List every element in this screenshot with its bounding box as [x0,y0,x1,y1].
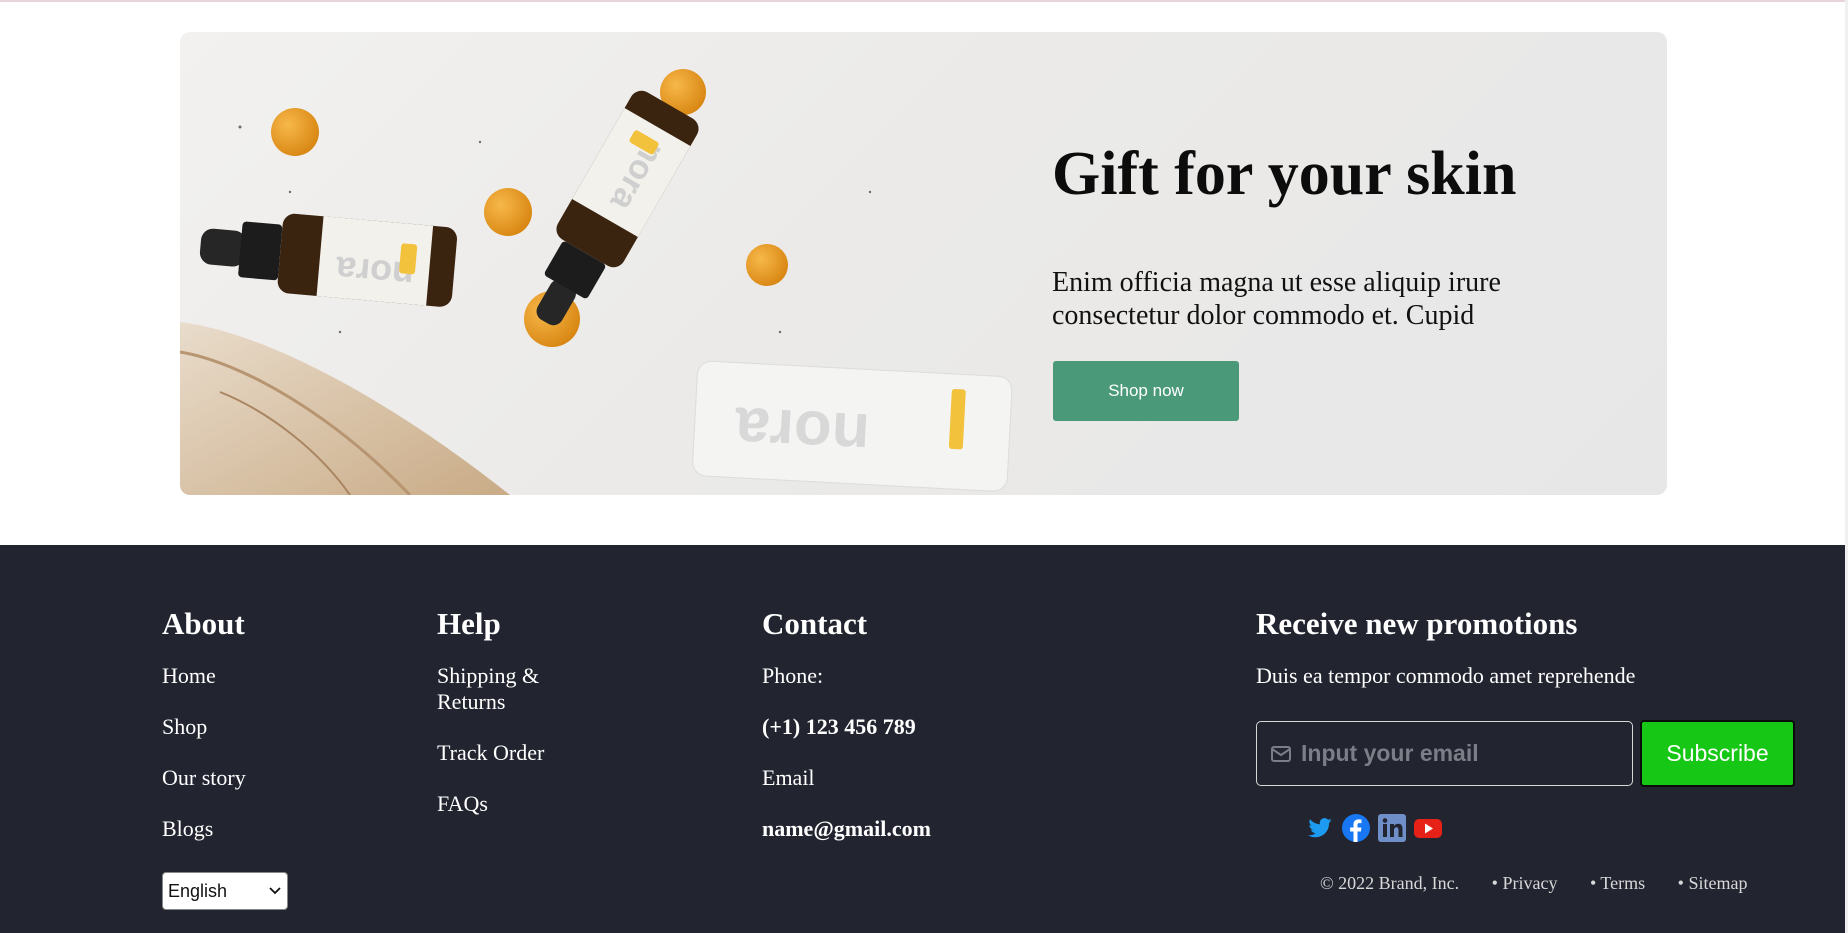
copyright: © 2022 Brand, Inc. [1320,873,1460,893]
shop-now-button[interactable]: Shop now [1053,361,1239,421]
subscribe-button[interactable]: Subscribe [1640,720,1795,787]
youtube-icon[interactable] [1413,813,1443,843]
email-field-wrapper [1256,721,1633,786]
linkedin-icon[interactable] [1377,813,1407,843]
language-select[interactable]: English [162,872,288,910]
footer-contact: Contact Phone: (+1) 123 456 789 Email na… [762,605,931,867]
promo-text: Duis ea tempor commodo amet reprehende [1256,663,1636,688]
hero-text: Gift for your skin Enim officia magna ut… [1052,140,1612,332]
sitemap-link[interactable]: • Sitemap [1678,873,1748,893]
hero-title: Gift for your skin [1052,140,1517,208]
about-heading: About [162,606,245,641]
email-input[interactable] [1301,740,1621,767]
hero-banner: nora nora nora Gift for your skin Enim o… [180,32,1667,495]
language-selected: English [168,880,228,901]
facebook-icon[interactable] [1341,813,1371,843]
mail-icon [1271,745,1291,762]
help-heading: Help [437,606,501,641]
footer-about: About Home Shop Our story Blogs [162,605,246,867]
hero-product-image: nora nora nora [180,69,1013,495]
footer-promotions: Receive new promotions Duis ea tempor co… [1256,605,1816,717]
contact-heading: Contact [762,606,868,641]
footer-link-track-order[interactable]: Track Order [437,740,597,766]
phone-label: Phone: [762,663,824,688]
phone-number: (+1) 123 456 789 [762,714,916,739]
email-label: Email [762,765,815,790]
footer: About Home Shop Our story Blogs English … [0,545,1845,933]
footer-link-blogs[interactable]: Blogs [162,816,246,842]
footer-link-faqs[interactable]: FAQs [437,791,597,817]
email-address: name@gmail.com [762,816,931,841]
footer-link-shipping[interactable]: Shipping & Returns [437,663,597,715]
footer-link-our-story[interactable]: Our story [162,765,246,791]
privacy-link[interactable]: • Privacy [1492,873,1558,893]
chevron-down-icon [269,887,281,895]
social-links [1305,813,1443,843]
footer-link-home[interactable]: Home [162,663,246,689]
promo-heading: Receive new promotions [1256,606,1578,641]
top-divider [0,0,1848,2]
legal-links: © 2022 Brand, Inc. • Privacy • Terms • S… [1320,873,1775,894]
footer-help: Help Shipping & Returns Track Order FAQs [437,605,597,842]
twitter-icon[interactable] [1305,813,1335,843]
hero-subtitle: Enim officia magna ut esse aliquip irure… [1052,267,1501,332]
footer-link-shop[interactable]: Shop [162,714,246,740]
svg-text:nora: nora [733,394,871,470]
terms-link[interactable]: • Terms [1590,873,1645,893]
